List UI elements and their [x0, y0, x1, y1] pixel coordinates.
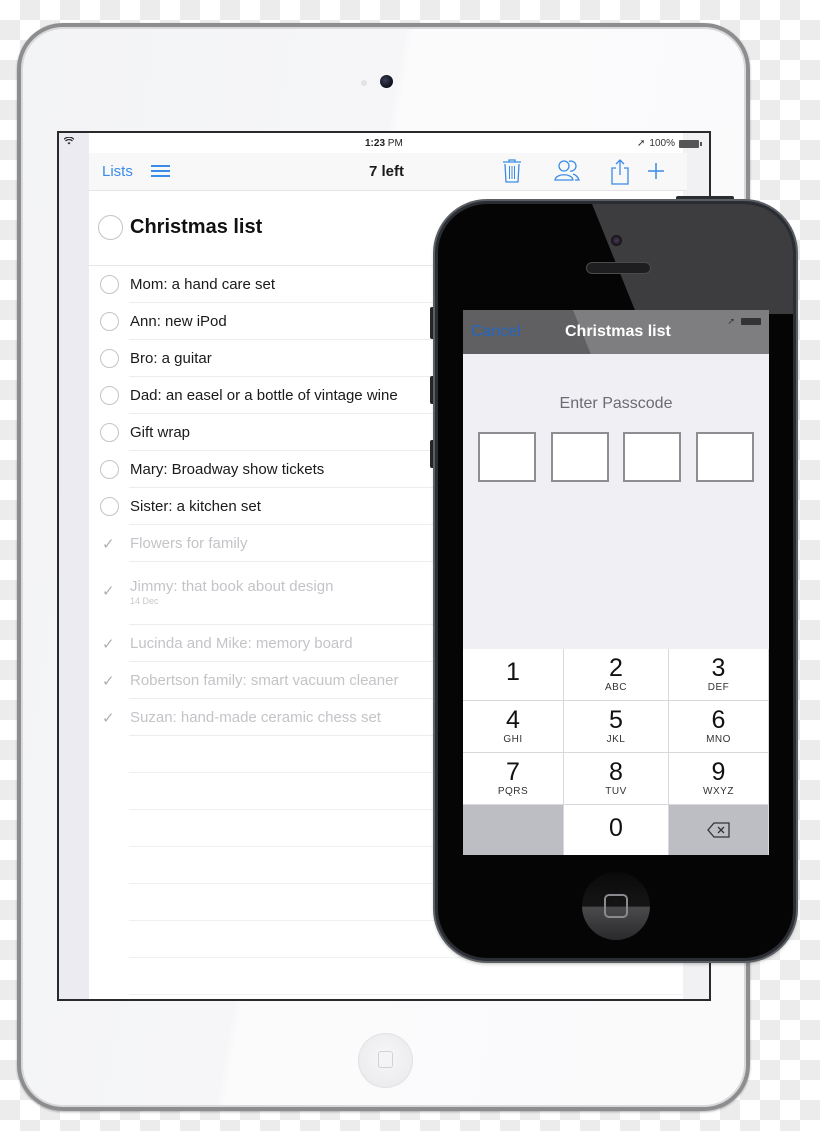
passcode-digit-1[interactable]: [478, 432, 536, 482]
iphone-nav-title: Christmas list: [565, 323, 671, 340]
list-item-text: Sister: a kitchen set: [130, 498, 261, 515]
list-item-text: Ann: new iPod: [130, 313, 227, 330]
incomplete-circle-icon[interactable]: [100, 460, 119, 479]
checkmark-icon[interactable]: ✓: [102, 582, 115, 600]
home-square-icon: [604, 894, 628, 918]
trash-icon[interactable]: [501, 158, 527, 186]
list-item-text: Gift wrap: [130, 424, 191, 441]
iphone-device: Cancel Christmas list ➚ Enter Passcode 1…: [435, 201, 796, 961]
key-letters: ABC: [604, 682, 628, 693]
cancel-button[interactable]: Cancel: [471, 323, 521, 341]
list-item-text: Lucinda and Mike: memory board: [130, 635, 353, 652]
checkmark-icon[interactable]: ✓: [102, 672, 115, 690]
hamburger-menu-icon[interactable]: [151, 165, 170, 180]
remaining-count-title: 7 left: [369, 163, 405, 180]
keypad-key-4[interactable]: 4 GHI: [463, 701, 564, 753]
keypad-key-0[interactable]: 0: [564, 805, 669, 855]
list-title: Christmas list: [130, 216, 263, 238]
battery-icon: [741, 318, 761, 325]
battery-percent: 100%: [649, 138, 675, 149]
key-number: 3: [711, 654, 726, 682]
checkmark-icon[interactable]: ✓: [102, 709, 115, 727]
incomplete-circle-icon[interactable]: [100, 423, 119, 442]
keypad-key-1[interactable]: 1: [463, 649, 564, 701]
empty-row-divider: [129, 994, 687, 995]
key-letters: MNO: [706, 734, 731, 745]
keypad-key-3[interactable]: 3 DEF: [669, 649, 769, 701]
keypad-key-2[interactable]: 2 ABC: [564, 649, 669, 701]
passcode-prompt: Enter Passcode: [559, 395, 673, 412]
checkmark-icon[interactable]: ✓: [102, 635, 115, 653]
share-icon[interactable]: [609, 158, 635, 186]
incomplete-circle-icon[interactable]: [100, 275, 119, 294]
list-item-text: Mom: a hand care set: [130, 276, 276, 293]
lists-button[interactable]: Lists: [102, 163, 133, 180]
plus-icon[interactable]: [645, 158, 671, 186]
iphone-nav-bar: Cancel Christmas list ➚: [463, 310, 769, 354]
blank-key: [463, 805, 564, 855]
list-item-text: Jimmy: that book about design: [130, 578, 334, 595]
key-number: 7: [506, 758, 520, 786]
keypad-key-9[interactable]: 9 WXYZ: [669, 753, 769, 805]
key-letters: GHI: [503, 734, 523, 745]
passcode-digit-4[interactable]: [696, 432, 754, 482]
ipad-status-bar: 1:23 PM ➚ 100%: [59, 133, 709, 153]
key-number: 5: [609, 706, 623, 734]
keypad-key-7[interactable]: 7 PQRS: [463, 753, 564, 805]
list-item-text: Robertson family: smart vacuum cleaner: [130, 672, 399, 689]
passcode-digit-3[interactable]: [623, 432, 681, 482]
ipad-camera-icon: [380, 75, 393, 88]
key-number: 2: [609, 654, 623, 682]
incomplete-circle-icon[interactable]: [100, 386, 119, 405]
wifi-icon: [63, 136, 75, 148]
list-complete-circle[interactable]: [98, 215, 123, 240]
passcode-digit-2[interactable]: [551, 432, 609, 482]
key-letters: JKL: [606, 734, 626, 745]
keypad-key-5[interactable]: 5 JKL: [564, 701, 669, 753]
key-number: 4: [506, 706, 520, 734]
location-arrow-icon: ➚: [637, 138, 646, 149]
list-item-text: Bro: a guitar: [130, 350, 212, 367]
home-square-icon: [378, 1051, 393, 1068]
key-letters: DEF: [707, 682, 730, 693]
key-number: 0: [609, 814, 623, 842]
people-icon[interactable]: [553, 158, 580, 186]
numeric-keypad: 1 2 ABC 3 DEF 4 GHI 5 JKL 6 MNO 7 PQRS 8 TUV 9 WXYZ 0: [463, 649, 769, 855]
incomplete-circle-icon[interactable]: [100, 497, 119, 516]
list-item-text: Dad: an easel or a bottle of vintage win…: [130, 387, 398, 404]
incomplete-circle-icon[interactable]: [100, 312, 119, 331]
keypad-key-6[interactable]: 6 MNO: [669, 701, 769, 753]
key-letters: TUV: [605, 786, 627, 797]
list-item-date: 14 Dec: [130, 596, 159, 606]
iphone-speaker: [586, 262, 651, 274]
ipad-nav-bar: Lists 7 left: [89, 153, 687, 191]
list-item-text: Mary: Broadway show tickets: [130, 461, 325, 478]
incomplete-circle-icon[interactable]: [100, 349, 119, 368]
battery-icon: [679, 139, 702, 148]
ipad-home-button[interactable]: [358, 1033, 413, 1088]
key-letters: WXYZ: [703, 786, 734, 797]
location-arrow-icon: ➚: [727, 316, 735, 326]
key-number: 1: [506, 658, 520, 686]
keypad-key-8[interactable]: 8 TUV: [564, 753, 669, 805]
status-time: 1:23 PM: [365, 138, 403, 149]
delete-key[interactable]: [669, 805, 769, 855]
iphone-home-button[interactable]: [582, 872, 650, 940]
iphone-camera-icon: [611, 235, 622, 246]
key-number: 9: [711, 758, 726, 786]
key-number: 6: [711, 706, 726, 734]
iphone-screen: Cancel Christmas list ➚ Enter Passcode 1…: [463, 310, 769, 855]
list-item-text: Flowers for family: [130, 535, 248, 552]
checkmark-icon[interactable]: ✓: [102, 535, 115, 553]
ipad-sensor: [361, 80, 367, 86]
key-letters: PQRS: [497, 786, 529, 797]
backspace-icon: [669, 822, 768, 843]
glare: [588, 204, 793, 314]
sidebar-strip: [59, 133, 89, 999]
list-item-text: Suzan: hand-made ceramic chess set: [130, 709, 381, 726]
key-number: 8: [609, 758, 623, 786]
